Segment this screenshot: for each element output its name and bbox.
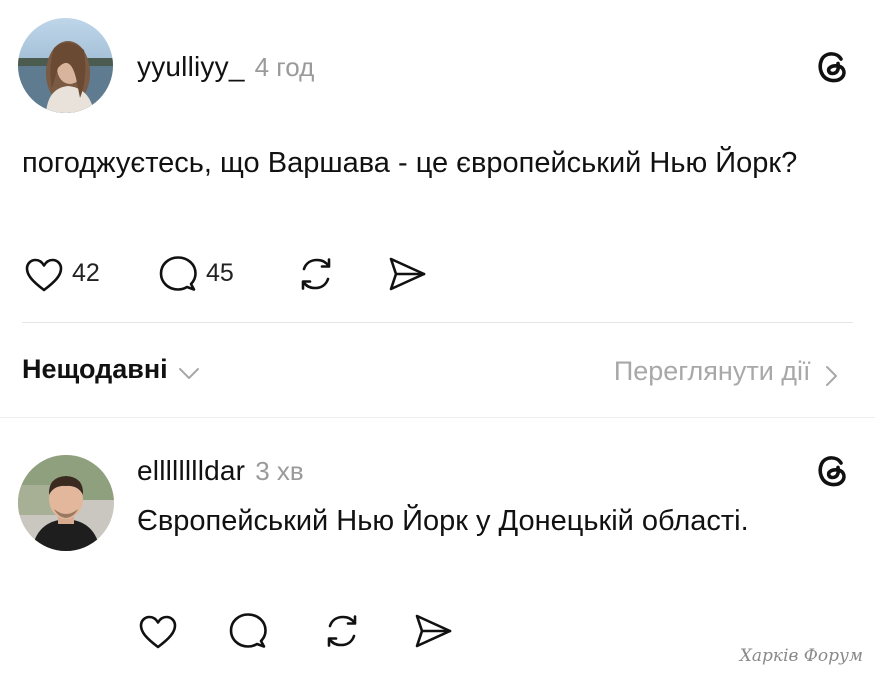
repost-icon[interactable]: [296, 254, 336, 294]
section-divider: [0, 417, 875, 418]
reply-count: 45: [206, 259, 234, 287]
avatar-post-author[interactable]: [18, 18, 113, 113]
view-activity-label: Переглянути дії: [613, 356, 811, 386]
send-icon[interactable]: [386, 254, 428, 294]
post-text: погоджуєтесь, що Варшава - це європейськ…: [22, 147, 798, 179]
speech-bubble-icon[interactable]: [158, 254, 198, 294]
post-timestamp: 4 год: [254, 52, 315, 82]
reply-timestamp: 3 хв: [255, 456, 304, 486]
reply-text: Європейський Нью Йорк у Донецькій област…: [137, 505, 749, 537]
chevron-down-icon: [178, 367, 200, 381]
sort-dropdown[interactable]: Нещодавні: [22, 354, 200, 385]
watermark: Харків Форум: [739, 646, 863, 666]
avatar-reply-author[interactable]: [18, 455, 114, 551]
speech-bubble-icon[interactable]: [228, 611, 268, 651]
threads-logo-icon[interactable]: [816, 49, 850, 85]
post-author-username[interactable]: yyulliyy_: [137, 51, 245, 82]
sort-label: Нещодавні: [22, 354, 168, 384]
threads-logo-icon[interactable]: [816, 453, 850, 489]
send-icon[interactable]: [412, 611, 454, 651]
repost-icon[interactable]: [322, 611, 362, 651]
like-count: 42: [72, 259, 100, 287]
reply-author-username[interactable]: elllllllldar: [137, 455, 245, 486]
view-activity-link[interactable]: Переглянути дії: [614, 356, 839, 387]
chevron-right-icon: [825, 365, 839, 387]
post-divider: [22, 322, 853, 323]
heart-icon[interactable]: [138, 614, 178, 650]
heart-icon[interactable]: [24, 257, 64, 293]
